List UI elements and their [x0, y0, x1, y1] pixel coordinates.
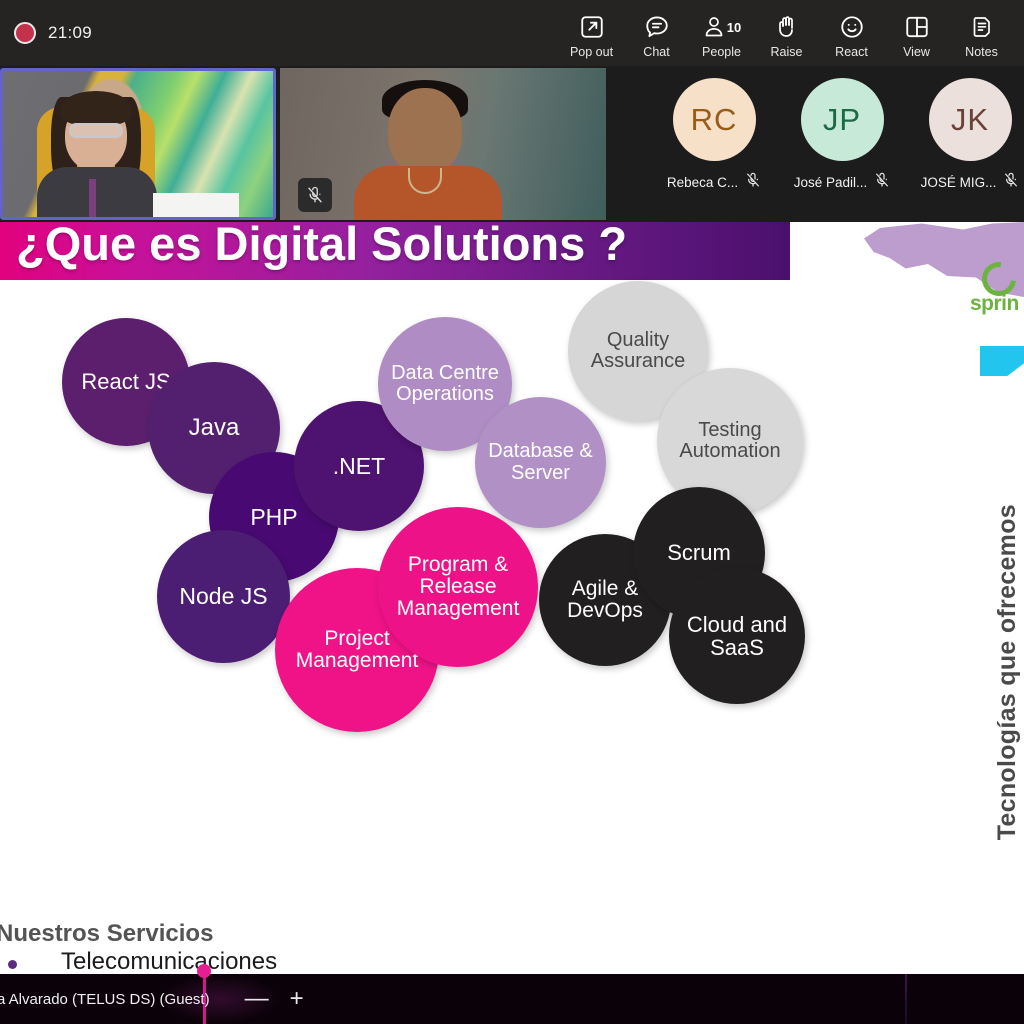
tech-bubble-label: Java — [188, 414, 240, 442]
tech-bubble-label: Database & Server — [488, 440, 593, 484]
avatar-name-row: JOSÉ MIG... — [921, 172, 1020, 193]
tech-bubble-label: Program & Release Management — [396, 552, 520, 621]
services-heading: Nuestros Servicios — [0, 920, 214, 947]
vertical-section-label: Tecnologías que ofrecemos — [993, 504, 1021, 841]
services-list: TelecomunicacionesViajes & HospedajeeCom… — [8, 948, 277, 974]
avatar: RC — [672, 78, 756, 161]
people-count-badge: 10 — [726, 19, 742, 35]
meeting-toolbar: 21:09 Pop out Chat 10 People Raise React View N… — [0, 0, 1024, 66]
toolbar-actions: Pop out Chat 10 People Raise React View Notes — [559, 7, 1024, 59]
tech-bubble-label: React JS — [81, 369, 171, 395]
participant-name-label: José Padil... — [793, 175, 868, 190]
chat-icon — [644, 12, 670, 42]
list-item: Telecomunicaciones — [8, 948, 277, 974]
notes-icon — [970, 12, 994, 42]
tech-bubble: Cloud and SaaS — [669, 568, 805, 704]
recording-indicator-group: 21:09 — [0, 22, 92, 44]
tech-bubble-label: .NET — [332, 452, 386, 479]
participant-avatar-cell[interactable]: RC Rebeca C... — [650, 66, 778, 222]
video-strip: RC Rebeca C... JP José Padil... JK JOSÉ MIG… — [0, 66, 1024, 222]
tech-bubble-label: Quality Assurance — [590, 328, 686, 372]
people-icon: 10 — [702, 12, 741, 42]
toolbar-button-people[interactable]: 10 People — [689, 7, 754, 59]
toolbar-button-notes[interactable]: Notes — [949, 7, 1014, 59]
tech-bubble: Database & Server — [475, 397, 606, 528]
tech-bubble: Node JS — [157, 530, 290, 663]
toolbar-button-label: Chat — [643, 45, 670, 59]
toolbar-button-label: Pop out — [569, 45, 614, 59]
torso-shape — [37, 167, 157, 217]
tech-bubble-label: Testing Automation — [679, 418, 781, 462]
tech-bubble-label: Node JS — [179, 583, 268, 610]
tech-bubble: Program & Release Management — [378, 507, 538, 667]
video-tile-presenter[interactable] — [0, 68, 276, 220]
slide-title: ¿Que es Digital Solutions ? — [16, 222, 628, 270]
toolbar-button-react[interactable]: React — [819, 7, 884, 59]
zoom-in-button[interactable]: + — [280, 985, 314, 1013]
muted-mic-icon — [298, 178, 332, 212]
muted-mic-icon — [745, 172, 761, 193]
cyan-logo-icon — [980, 346, 1024, 376]
bullet-dot-icon — [8, 960, 17, 969]
toolbar-button-label: People — [702, 45, 741, 59]
tech-bubble-label: PHP — [250, 503, 298, 530]
toolbar-button-view[interactable]: View — [884, 7, 949, 59]
toolbar-button-chat[interactable]: Chat — [624, 7, 689, 59]
view-layout-icon — [904, 12, 930, 42]
avatar-name-row: Rebeca C... — [667, 172, 761, 193]
avatar: JK — [928, 78, 1012, 161]
toolbar-button-pop-out[interactable]: Pop out — [559, 7, 624, 59]
avatar-name-row: José Padil... — [794, 172, 891, 193]
recording-timer: 21:09 — [48, 23, 93, 42]
participant-name-label: JOSÉ MIG... — [920, 175, 997, 190]
face-shape — [388, 88, 462, 174]
participant-avatar-cell[interactable]: JP José Padil... — [778, 66, 906, 222]
avatar: JP — [800, 78, 884, 161]
spring-logo: sprin — [954, 255, 1024, 316]
pop-out-icon — [579, 12, 605, 42]
video-tile-participant[interactable] — [280, 68, 606, 220]
presenter-bottom-bar: a Alvarado (TELUS DS) (Guest) — + — [0, 964, 1024, 1024]
annotation-pin-dot-icon — [197, 964, 211, 978]
tech-bubble-label: Scrum — [667, 540, 731, 566]
presenter-name-label: a Alvarado (TELUS DS) (Guest) — [0, 990, 210, 1008]
toolbar-button-label: Raise — [770, 45, 803, 59]
avatar-participants: RC Rebeca C... JP José Padil... JK JOSÉ MIG… — [650, 66, 1024, 222]
toolbar-button-label: Notes — [965, 45, 998, 59]
zoom-out-button[interactable]: — — [240, 985, 274, 1013]
participant-name-label: Rebeca C... — [666, 175, 739, 190]
list-item-label: Telecomunicaciones — [61, 948, 278, 974]
shared-slide[interactable]: sprin ¿Que es Digital Solutions ? React … — [0, 222, 1024, 974]
hair-top-shape — [61, 91, 131, 125]
tech-bubble-label: Cloud and SaaS — [686, 611, 788, 660]
glasses-shape — [69, 123, 123, 138]
raise-hand-icon — [775, 12, 799, 42]
smiley-react-icon — [839, 12, 865, 42]
toolbar-button-label: React — [835, 45, 868, 59]
toolbar-button-raise[interactable]: Raise — [754, 7, 819, 59]
participant-avatar-cell[interactable]: JK JOSÉ MIG... — [906, 66, 1024, 222]
tech-bubble-label: Data Centre Operations — [391, 361, 499, 405]
toolbar-button-label: View — [903, 45, 930, 59]
lanyard-shape — [89, 179, 96, 217]
paper-shape — [153, 193, 239, 217]
muted-mic-icon — [1003, 172, 1019, 193]
spring-logo-text: sprin — [970, 292, 1019, 315]
muted-mic-icon — [874, 172, 890, 193]
record-dot-icon — [14, 22, 36, 44]
bottom-bar-divider — [905, 974, 907, 1024]
